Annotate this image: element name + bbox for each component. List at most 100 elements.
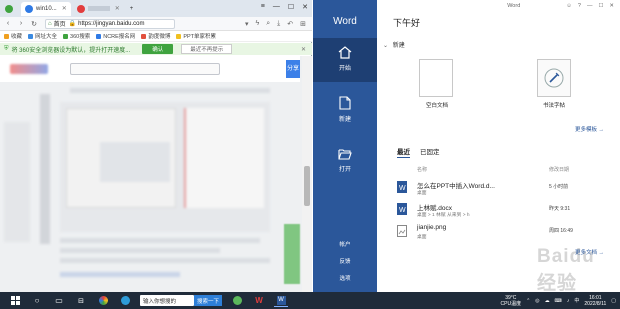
close-tab-icon[interactable]: ✕ (62, 5, 67, 12)
help-icon[interactable]: ? (578, 3, 581, 9)
notification-icon[interactable]: ▢ (611, 298, 616, 304)
word-icon: W (276, 295, 286, 305)
recent-document-row[interactable]: W 怎么在PPT中插入Word.d... 桌面 5 小时前 (397, 178, 607, 200)
nav-new[interactable]: 新建 (313, 96, 377, 123)
close-window-icon[interactable]: ✕ (609, 3, 614, 9)
baidu-search-input[interactable] (70, 63, 220, 75)
taskbar-search-submit[interactable]: 搜索一下 (194, 295, 223, 306)
blank-document-template[interactable] (419, 59, 453, 97)
cloud-icon[interactable]: ☁ (545, 298, 550, 304)
start-button[interactable] (8, 295, 22, 307)
close-window-icon[interactable]: ✕ (302, 3, 308, 11)
minimize-icon[interactable]: — (273, 3, 280, 11)
tab-pinned[interactable]: 已固定 (420, 146, 440, 158)
document-date: 周四 16:49 (549, 228, 573, 234)
cpu-temperature[interactable]: 39°C CPU温度 (501, 295, 522, 307)
bookmark-item[interactable]: NCRE报名网 (96, 32, 135, 40)
undo-icon[interactable]: ↶ (287, 20, 293, 28)
browser-menu-button[interactable] (2, 2, 19, 16)
nav-feedback[interactable]: 反馈 (313, 257, 377, 265)
scrollbar-thumb[interactable] (304, 166, 310, 206)
word-taskbar-button[interactable]: W (274, 295, 289, 307)
recent-document-row[interactable]: W 上林赋.docx 桌面 > 1 林赋 从来到 > h 昨天 9:31 (397, 200, 607, 222)
side-share-panel[interactable] (284, 224, 300, 284)
refresh-icon[interactable]: ↻ (29, 20, 39, 28)
bookmark-item[interactable]: 网址大全 (28, 32, 57, 40)
svg-text:W: W (399, 207, 406, 214)
browser-scrollbar[interactable] (302, 56, 312, 292)
blank-document-label: 空白文档 (425, 103, 448, 109)
keyboard-icon[interactable]: ⌨ (555, 298, 562, 304)
calligraphy-template[interactable] (537, 59, 571, 97)
word-start-pane: Word ☺ ? — ☐ ✕ 下午好 ⌄ 新建 空白文档 书法字帖 更多模板 →… (377, 0, 620, 294)
recent-document-row[interactable]: jianjie.png 桌面 周四 16:49 (397, 222, 607, 244)
nav-home[interactable]: 开始 (313, 38, 377, 82)
baidu-logo (10, 64, 48, 74)
bookmark-item[interactable]: 360搜索 (63, 32, 90, 40)
close-notice-icon[interactable]: ✕ (301, 46, 306, 53)
blurred-article (0, 82, 300, 292)
maximize-icon[interactable]: ☐ (598, 3, 603, 9)
menu-icon[interactable]: ≡ (261, 3, 265, 11)
nav-open[interactable]: 打开 (313, 148, 377, 173)
nav-open-label: 打开 (338, 167, 351, 173)
system-tray: 39°C CPU温度 ⌃ ◎ ☁ ⌨ ♪ 中 16:01 2022/8/11 ▢ (501, 292, 616, 309)
clock[interactable]: 16:01 2022/8/11 (584, 295, 606, 307)
desktop: { "browser": { "tabs": [ {"label": "win1… (0, 0, 620, 309)
forward-icon[interactable]: › (16, 20, 26, 27)
lightning-icon[interactable]: ϟ (256, 20, 260, 28)
task-view-button[interactable]: ▭ (52, 295, 66, 307)
bookmark-item[interactable]: 韵度微博 (141, 32, 170, 40)
dismiss-button[interactable]: 最近不再提示 (181, 44, 233, 54)
volume-icon[interactable]: ♪ (567, 298, 570, 304)
blurred-tab-label (87, 6, 110, 11)
close-tab-icon[interactable]: ✕ (115, 5, 120, 12)
new-section-header[interactable]: ⌄ 新建 (383, 40, 405, 49)
search-icon[interactable]: ⌕ (266, 20, 270, 28)
chevron-up-icon[interactable]: ⌃ (526, 298, 530, 304)
new-section-label: 新建 (392, 43, 405, 49)
folder-open-icon (338, 149, 352, 160)
address-tools: ▾ ϟ ⌕ ⤓ ↶ ⊞ (245, 20, 306, 28)
more-documents-link[interactable]: 更多文档 → (575, 248, 604, 256)
back-icon[interactable]: ‹ (3, 20, 13, 27)
confirm-button[interactable]: 确认 (142, 44, 174, 54)
taskbar-search-button[interactable]: ○ (30, 295, 44, 307)
edge-icon (120, 296, 130, 305)
app-button[interactable] (96, 295, 110, 307)
new-tab-button[interactable]: + (126, 2, 138, 16)
360-taskbar-button[interactable] (230, 295, 244, 307)
nav-new-label: 新建 (338, 117, 351, 123)
maximize-icon[interactable]: ☐ (288, 3, 294, 11)
minimize-icon[interactable]: — (587, 3, 593, 9)
browser-tab-favicon (25, 4, 33, 13)
chevron-down-icon: ⌄ (383, 43, 389, 49)
shield-icon: ⛨ (4, 45, 9, 52)
taskbar-search-input[interactable]: 输入你想搜的 (140, 295, 194, 306)
wps-taskbar-button[interactable]: W (252, 295, 266, 307)
tab-recent[interactable]: 最近 (397, 146, 410, 158)
grid-icon[interactable]: ⊞ (300, 20, 306, 28)
browser-tab-active[interactable]: win10... ✕ (21, 1, 71, 16)
more-templates-link[interactable]: 更多模板 → (575, 125, 604, 133)
search-icon (63, 34, 69, 40)
nav-options[interactable]: 选项 (313, 274, 377, 282)
web-page-content: 分享 (0, 56, 312, 292)
share-button[interactable]: 分享 (286, 60, 300, 78)
account-icon[interactable]: ☺ (566, 3, 572, 9)
network-icon[interactable]: ◎ (535, 298, 539, 304)
dropdown-icon[interactable]: ▾ (245, 20, 249, 28)
home-icon[interactable]: ⌂ (48, 21, 52, 27)
browser-taskbar-button[interactable] (118, 295, 132, 307)
browser-window: win10... ✕ ✕ + ≡ — ☐ ✕ ‹ › ↻ ⌂ 首页 🔒 http… (0, 0, 312, 292)
ime-icon[interactable]: 中 (574, 297, 579, 304)
url-input[interactable]: ⌂ 首页 🔒 https://jingyan.baidu.com (45, 18, 175, 29)
address-bar: ‹ › ↻ ⌂ 首页 🔒 https://jingyan.baidu.com ▾… (0, 17, 312, 31)
browser-tab[interactable]: ✕ (73, 2, 124, 16)
download-icon[interactable]: ⤓ (277, 20, 280, 28)
bookmark-item[interactable]: 收藏 (4, 32, 22, 40)
nav-account[interactable]: 帐户 (313, 240, 377, 248)
bookmark-item[interactable]: PPT单家积累 (176, 32, 216, 40)
temperature-label: CPU温度 (500, 300, 522, 307)
widgets-button[interactable]: ⊟ (74, 295, 88, 307)
